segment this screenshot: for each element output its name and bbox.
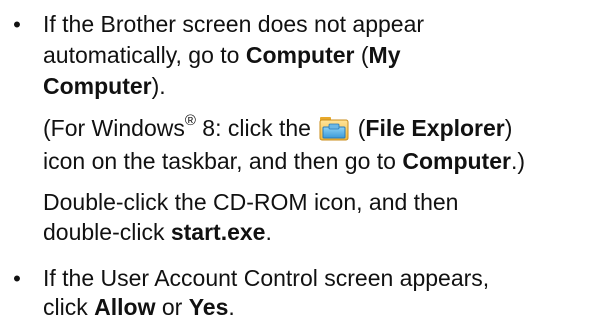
bullet-marker: • [13,266,21,291]
bold-text-computer: Computer [402,148,511,174]
text: ). [151,73,166,99]
file-explorer-icon [319,114,349,142]
text: icon on the taskbar, and then go to [43,148,403,174]
bold-text-computer: Computer [43,73,152,99]
text: . [228,294,235,320]
text: .) [510,148,526,174]
instruction-page: • If the Brother screen does not appear … [0,0,589,333]
text-line: double-click start.exe. [43,218,272,247]
text-line: If the Brother screen does not appear [43,10,424,39]
bold-text-computer: Computer [245,42,355,68]
text: ( [351,115,366,141]
bold-text-allow: Allow [94,294,156,320]
text: automatically, go to [43,42,246,68]
bold-text-my: My [368,42,401,68]
text: click [43,294,95,320]
registered-mark: ® [184,112,196,130]
text-line: Computer). [43,72,166,101]
text: Double-click the CD-ROM icon, and then [43,189,459,215]
text: (For Windows [43,115,185,141]
bold-text-yes: Yes [188,294,229,320]
text-line: click Allow or Yes. [43,293,235,322]
bullet-marker: • [13,12,21,37]
text-line: icon on the taskbar, and then go to Comp… [43,147,525,176]
text: 8: click the [195,115,318,141]
text: ) [504,115,513,141]
text: double-click [43,219,171,245]
text-line: automatically, go to Computer (My [43,41,401,70]
text: . [265,219,272,245]
text: or [155,294,189,320]
text: ( [354,42,369,68]
text: If the User Account Control screen appea… [43,265,490,291]
bold-text-file-explorer: File Explorer [365,115,505,141]
bold-text-start-exe: start.exe [170,219,266,245]
text-line: If the User Account Control screen appea… [43,264,489,293]
text-line: (For Windows® 8: click the (File Explore… [43,112,513,143]
text-line: Double-click the CD-ROM icon, and then [43,188,458,217]
text: If the Brother screen does not appear [43,11,425,37]
